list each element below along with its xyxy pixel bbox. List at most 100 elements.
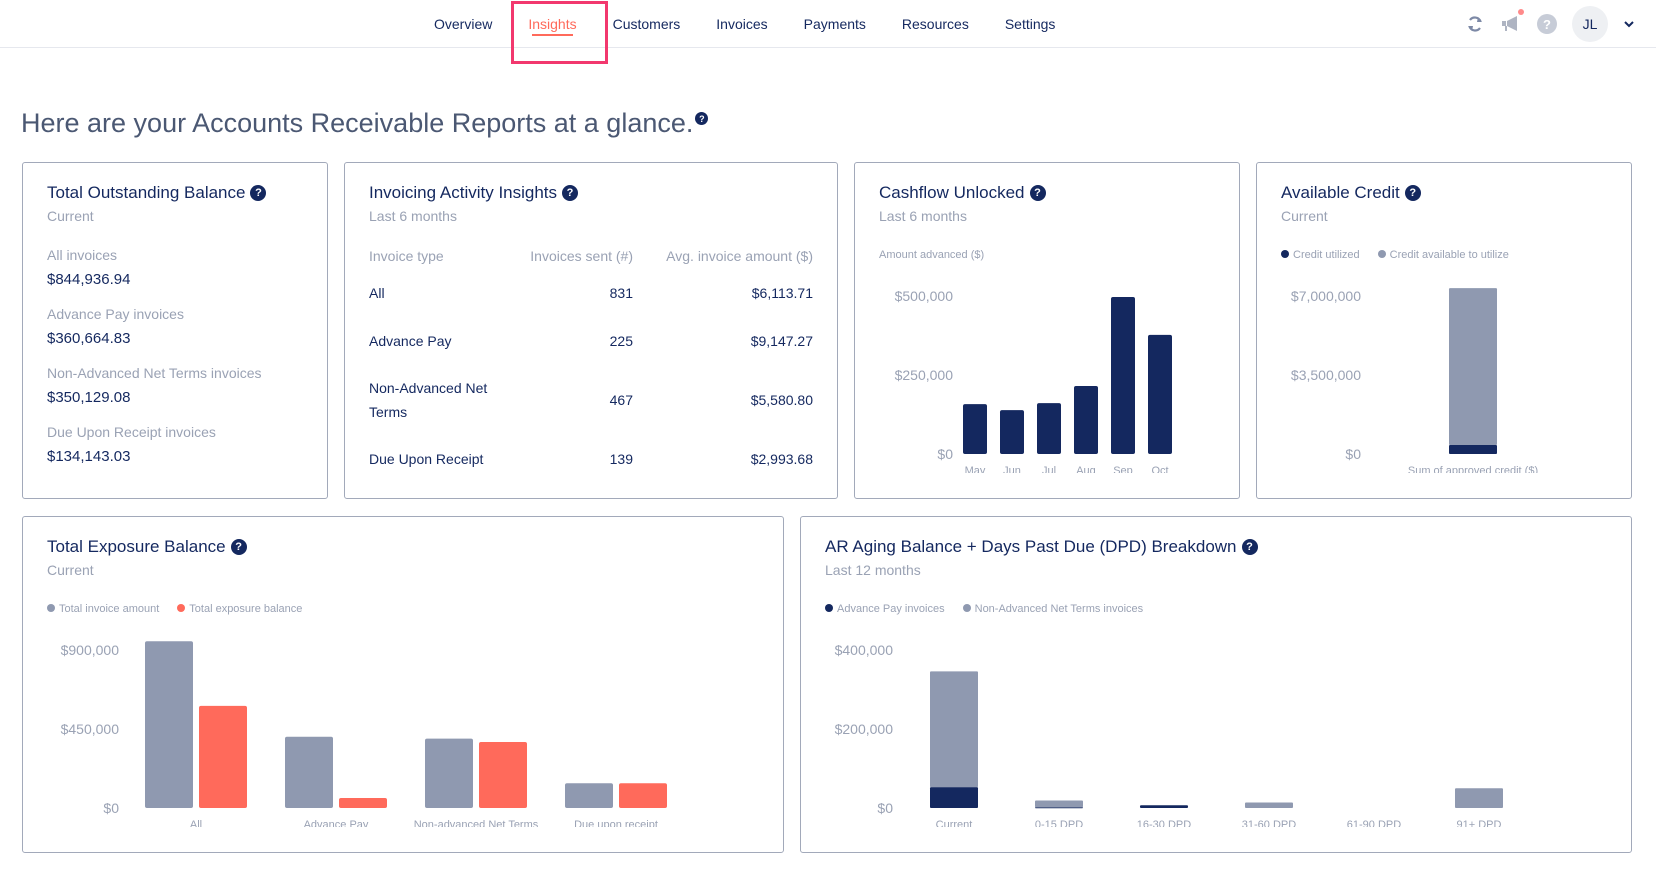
sync-icon[interactable] [1464,13,1486,35]
y-axis-label: Amount advanced ($) [879,249,985,261]
legend-item: Total invoice amount [47,603,159,615]
help-icon[interactable]: ? [1029,185,1046,201]
help-icon[interactable]: ? [695,112,709,125]
column-header: Avg. invoice amount ($) [666,248,813,264]
x-tick-label: Sum of approved credit ($) [1408,465,1538,473]
card-title: Available Credit [1281,183,1400,202]
card-title: Cashflow Unlocked [879,183,1025,202]
legend-item: Total exposure balance [177,603,302,615]
table-row: All 831 $6,113.71 [369,285,813,301]
y-tick-label: $400,000 [835,642,894,658]
bar-value [963,404,987,454]
bar-total-exposure-balance [619,783,667,808]
bar-value [1111,296,1135,454]
help-icon[interactable]: ? [562,185,579,201]
balance-value: $350,129.08 [47,389,131,406]
x-tick-label: 31-60 DPD [1242,819,1296,827]
card-subtitle: Current [47,562,94,578]
notification-dot [1518,9,1524,15]
legend-item: Credit available to utilize [1377,249,1509,261]
x-tick-label: Jul [1042,465,1056,473]
card-title: Total Exposure Balance [47,537,226,556]
x-tick-label: 16-30 DPD [1137,819,1191,827]
help-icon[interactable]: ? [230,539,247,555]
bar-non-advanced-net-terms-invoices [1035,800,1083,808]
bar-total-invoice-amount [285,736,333,808]
y-tick-label: $250,000 [895,367,954,383]
x-tick-label: 0-15 DPD [1035,819,1083,827]
help-icon[interactable]: ? [1536,13,1558,35]
bar-total-exposure-balance [479,741,527,808]
x-tick-label: Oct [1151,465,1168,473]
balance-value: $844,936.94 [47,271,131,288]
card-subtitle: Current [1281,208,1328,224]
x-tick-label: Jun [1003,465,1021,473]
x-tick-label: All [190,819,202,827]
cashflow-unlocked-card: Cashflow Unlocked? Last 6 months Amount … [854,162,1240,499]
balance-label: Non-Advanced Net Terms invoices [47,365,262,381]
nav-invoices[interactable]: Invoices [698,0,785,48]
bar-non-advanced-net-terms-invoices [930,671,978,788]
card-title: AR Aging Balance + Days Past Due (DPD) B… [825,537,1237,556]
nav-resources[interactable]: Resources [884,0,987,48]
card-title: Total Outstanding Balance [47,183,246,202]
balance-value: $360,664.83 [47,330,131,347]
legend-dot [825,604,833,613]
bar-non-advanced-net-terms-invoices [1455,788,1503,808]
legend-item: Credit utilized [1281,249,1360,261]
card-title: Invoicing Activity Insights [369,183,558,202]
outstanding-balance-card: Total Outstanding Balance? Current All i… [22,162,328,499]
balance-label: All invoices [47,247,118,263]
legend-dot [47,604,55,613]
announcements-icon[interactable] [1500,9,1524,35]
legend-dot [962,604,971,613]
y-tick-label: $0 [103,800,119,816]
user-avatar[interactable]: JL [1572,6,1608,42]
chevron-down-icon[interactable] [1622,17,1636,31]
nav-customers[interactable]: Customers [595,0,699,48]
card-subtitle: Current [47,208,94,224]
x-tick-label: Due upon receipt [574,819,658,827]
main-nav: Overview Insights Customers Invoices Pay… [416,0,1073,48]
y-tick-label: $0 [1345,446,1361,462]
balance-value: $134,143.03 [47,448,131,465]
nav-insights[interactable]: Insights [510,0,594,48]
legend-dot [177,604,186,613]
nav-settings[interactable]: Settings [987,0,1074,48]
bar-total-invoice-amount [565,783,613,808]
nav-overview[interactable]: Overview [416,0,510,48]
total-exposure-chart: $0 $450,000 $900,000 All Advance Pay Non-adva… [61,641,667,827]
bar-value [1074,386,1098,454]
bar-value [1000,410,1024,454]
total-exposure-card: Total Exposure Balance? Current Total in… [22,516,784,853]
y-tick-label: $0 [877,800,893,816]
ar-aging-chart: $0 $200,000 $400,000 Current 0-15 DPD 16-30 D… [835,642,1503,827]
help-icon[interactable]: ? [1241,539,1258,555]
nav-payments[interactable]: Payments [786,0,884,48]
y-tick-label: $450,000 [61,721,120,737]
bar-credit-available-to-utilize [1449,288,1497,445]
balance-label: Due Upon Receipt invoices [47,424,216,440]
y-tick-label: $900,000 [61,642,120,658]
x-tick-label: 61-90 DPD [1347,819,1401,827]
y-tick-label: $3,500,000 [1291,367,1361,383]
bar-total-invoice-amount [145,641,193,808]
help-icon[interactable]: ? [250,185,267,201]
x-tick-label: Aug [1076,465,1096,473]
help-icon[interactable]: ? [1404,185,1421,201]
legend-dot [1281,250,1289,259]
card-subtitle: Last 6 months [369,208,457,224]
x-tick-label: Current [936,819,973,827]
top-right-actions: ? JL [1464,0,1636,48]
legend-item: Advance Pay invoices [825,603,945,615]
y-tick-label: $200,000 [835,721,894,737]
x-tick-label: May [965,465,986,473]
card-subtitle: Last 12 months [825,562,921,578]
chart-legend: Advance Pay invoices Non-Advanced Net Te… [825,603,1143,615]
balance-label: Advance Pay invoices [47,306,184,322]
chart-legend: Credit utilized Credit available to util… [1281,249,1509,261]
available-credit-card: Available Credit? Current Credit utilize… [1256,162,1632,499]
bar-non-advanced-net-terms-invoices [1245,802,1293,808]
x-tick-label: Non-advanced Net Terms [414,819,539,827]
bar-advance-pay-invoices [1140,805,1188,808]
